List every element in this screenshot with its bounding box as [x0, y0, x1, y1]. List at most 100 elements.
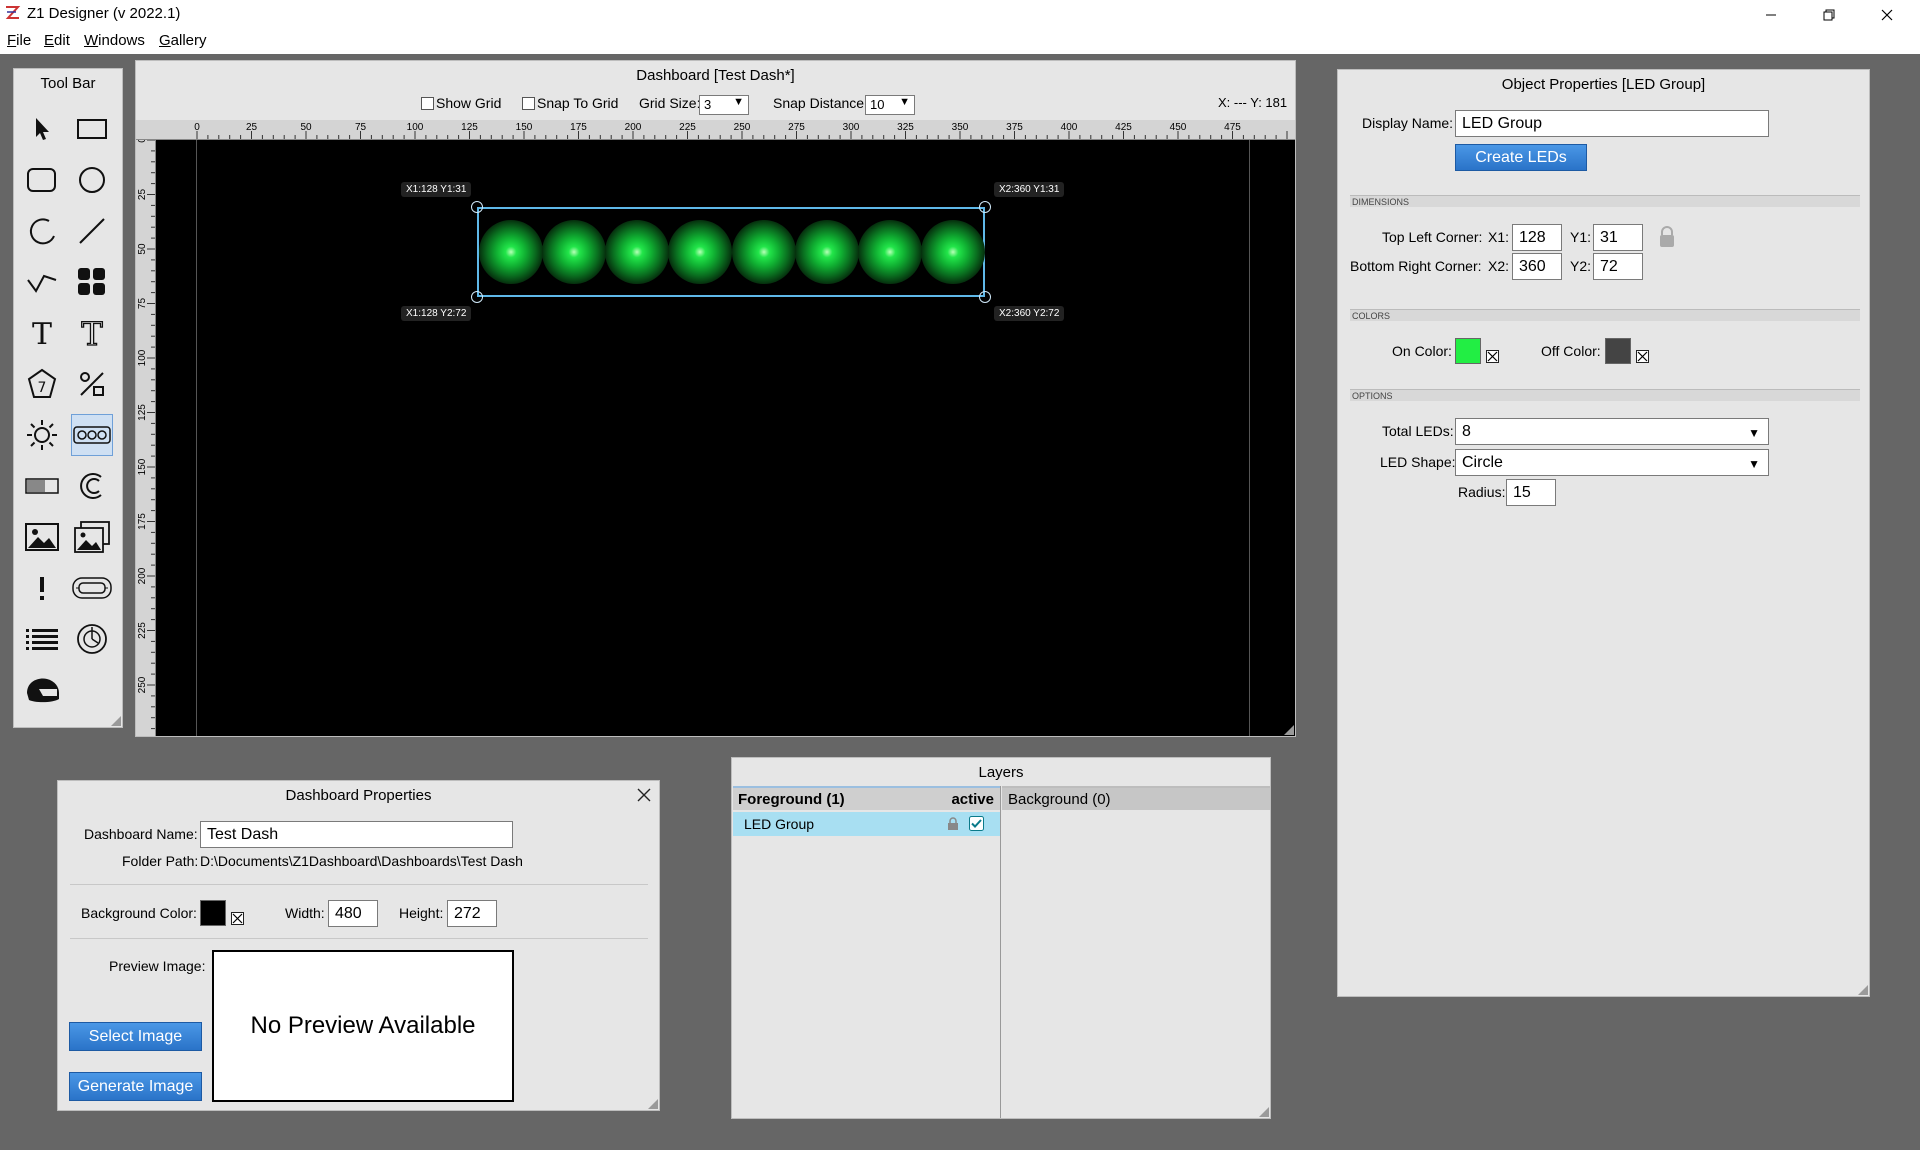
image-tool[interactable]	[21, 516, 63, 558]
ruler-tick-label: 75	[137, 298, 148, 310]
divider	[70, 938, 648, 939]
background-header[interactable]: Background (0)	[1002, 786, 1270, 810]
line-icon	[79, 218, 105, 244]
arc-tool[interactable]	[21, 210, 63, 252]
object-properties-title: Object Properties [LED Group]	[1501, 76, 1706, 93]
dial-gauge-tool[interactable]	[71, 618, 113, 660]
menu-file[interactable]: File	[7, 32, 31, 49]
visibility-checkbox[interactable]	[969, 816, 984, 831]
layer-item-label: LED Group	[744, 816, 815, 832]
ruler-tick-label: 225	[679, 122, 696, 133]
pointer-tool[interactable]	[21, 108, 63, 150]
show-grid-option[interactable]: Show Grid	[421, 95, 501, 117]
resize-grip[interactable]	[1858, 985, 1868, 995]
led-shape-label: LED Shape:	[1380, 454, 1456, 470]
rounded-rectangle-tool[interactable]	[21, 159, 63, 201]
polyline-tool[interactable]	[21, 261, 63, 303]
show-grid-checkbox[interactable]	[421, 97, 434, 110]
led-group-tool[interactable]	[71, 414, 113, 456]
snap-distance-label: Snap Distance:	[773, 95, 868, 111]
resize-handle-top-right[interactable]	[979, 201, 991, 213]
restore-button[interactable]	[1800, 0, 1858, 29]
menu-windows[interactable]: Windows	[84, 32, 145, 49]
ruler-tick-label: 150	[137, 458, 148, 475]
y2-field[interactable]: 72	[1593, 253, 1643, 280]
tool-bar-title: Tool Bar	[40, 75, 96, 92]
dashboard-name-field[interactable]: Test Dash	[200, 821, 513, 848]
generate-image-button[interactable]: Generate Image	[69, 1072, 202, 1101]
text-tool[interactable]: T	[21, 312, 63, 354]
rectangle-tool[interactable]	[71, 108, 113, 150]
foreground-header[interactable]: Foreground (1) active	[733, 786, 1000, 810]
snap-to-grid-option[interactable]: Snap To Grid	[522, 95, 618, 117]
snap-to-grid-checkbox[interactable]	[522, 97, 535, 110]
off-color-swatch[interactable]	[1605, 338, 1631, 364]
percent-icon	[80, 372, 104, 396]
image-gallery-tool[interactable]	[71, 516, 113, 558]
y1-field[interactable]: 31	[1593, 224, 1643, 251]
minimize-icon	[1766, 14, 1776, 15]
styled-text-tool[interactable]: T	[71, 312, 113, 354]
layer-item[interactable]: LED Group	[733, 812, 1000, 836]
indicator-tool[interactable]	[71, 567, 113, 609]
x1-field[interactable]: 128	[1512, 224, 1562, 251]
resize-handle-bottom-left[interactable]	[471, 291, 483, 303]
close-icon[interactable]	[636, 787, 652, 803]
total-leds-select[interactable]: 8 ▼	[1455, 418, 1769, 445]
svg-text:7: 7	[38, 380, 47, 396]
helmet-tool[interactable]	[21, 669, 63, 711]
styled-text-icon: T	[81, 317, 104, 349]
line-tool[interactable]	[71, 210, 113, 252]
background-layer-column: Background (0)	[1002, 786, 1270, 1118]
background-color-label: Background Color:	[81, 905, 197, 921]
list-tool[interactable]	[21, 618, 63, 660]
folder-path-value: D:\Documents\Z1Dashboard\Dashboards\Test…	[200, 853, 523, 869]
window-title: Z1 Designer (v 2022.1)	[27, 5, 181, 22]
resize-grip[interactable]	[1259, 1107, 1269, 1117]
led-icon	[27, 420, 57, 450]
ruler-tick-label: 25	[246, 122, 258, 133]
lock-icon[interactable]	[947, 817, 959, 831]
alert-tool[interactable]	[21, 567, 63, 609]
radius-field[interactable]: 15	[1506, 479, 1556, 506]
grid-size-select[interactable]: 3 ▼	[699, 95, 749, 115]
resize-grip[interactable]	[111, 716, 121, 726]
minimize-button[interactable]	[1742, 0, 1800, 29]
menu-gallery[interactable]: Gallery	[159, 32, 207, 49]
arc-gauge-tool[interactable]	[71, 465, 113, 507]
off-color-clear-button[interactable]	[1636, 350, 1649, 363]
ruler-tick-label: 375	[1006, 122, 1023, 133]
led-tool[interactable]	[21, 414, 63, 456]
dashboard-canvas[interactable]: X1:128 Y1:31 X2:360 Y1:31 X1:128 Y2:72 X…	[156, 140, 1295, 736]
on-color-swatch[interactable]	[1455, 338, 1481, 364]
x2-field[interactable]: 360	[1512, 253, 1562, 280]
shapes-group-tool[interactable]	[71, 261, 113, 303]
resize-grip[interactable]	[648, 1099, 658, 1109]
close-window-button[interactable]	[1858, 0, 1916, 29]
background-color-clear-button[interactable]	[231, 912, 244, 925]
snap-distance-select[interactable]: 10 ▼	[865, 95, 915, 115]
circle-tool[interactable]	[71, 159, 113, 201]
width-field[interactable]: 480	[328, 900, 378, 927]
create-leds-button[interactable]: Create LEDs	[1455, 144, 1587, 171]
background-color-swatch[interactable]	[200, 900, 226, 926]
led-shape-select[interactable]: Circle ▼	[1455, 449, 1769, 476]
display-name-field[interactable]: LED Group	[1455, 110, 1769, 137]
menu-edit[interactable]: Edit	[44, 32, 70, 49]
menu-bar: File Edit Windows Gallery	[0, 29, 1920, 54]
on-color-clear-button[interactable]	[1486, 350, 1499, 363]
dashboard-resize-grip[interactable]	[1284, 725, 1294, 735]
select-image-button[interactable]: Select Image	[69, 1022, 202, 1051]
resize-handle-bottom-right[interactable]	[979, 291, 991, 303]
percent-tool[interactable]	[71, 363, 113, 405]
rectangle-icon	[77, 119, 107, 139]
resize-handle-top-left[interactable]	[471, 201, 483, 213]
canvas-left-guide	[196, 140, 197, 736]
led-1	[478, 220, 543, 284]
shapes-group-icon	[78, 268, 105, 295]
bar-gauge-tool[interactable]	[21, 465, 63, 507]
lock-icon[interactable]	[1658, 225, 1676, 249]
height-field[interactable]: 272	[447, 900, 497, 927]
seven-segment-tool[interactable]: 7	[21, 363, 63, 405]
layers-panel: Layers Foreground (1) active LED Group B…	[731, 757, 1271, 1119]
